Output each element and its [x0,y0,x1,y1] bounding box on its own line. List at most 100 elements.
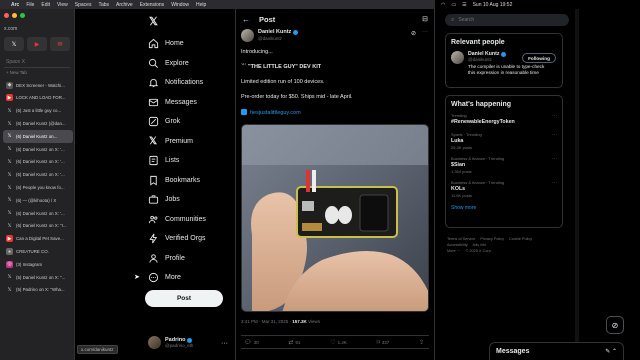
menu-tabs[interactable]: Tabs [98,2,109,8]
sidebar-tab[interactable]: 𝕏 (6) Daniel Kuntz on X: '... [3,168,73,181]
author-name[interactable]: Daniel Kuntz [258,29,291,35]
menu-window[interactable]: Window [171,2,189,8]
minimize-window-button[interactable] [12,13,17,18]
reply-button[interactable]: 💬︎ 30 [244,339,259,346]
share-button[interactable]: ⇪ [419,339,426,346]
close-window-button[interactable] [4,13,9,18]
avatar[interactable] [451,51,464,64]
pinned-x-tab[interactable]: 𝕏 [4,37,24,51]
author-handle[interactable]: @danikuntz [258,36,298,41]
post-author[interactable]: Daniel Kuntz @danikuntz [241,29,299,42]
menu-spaces[interactable]: Spaces [75,2,92,8]
nav-communities[interactable]: Communities [147,210,237,230]
expand-icon[interactable]: ⌃ [612,349,617,355]
repost-button[interactable]: ⇄ 91 [288,339,300,346]
sidebar-tab[interactable]: 𝕏 (6) Daniel Kuntz (@dan... [3,117,73,130]
menubar-datetime[interactable]: Sun 10 Aug 19:52 [473,2,513,8]
wifi-icon[interactable]: ◠ [441,2,445,8]
sidebar-tab[interactable]: ▶ Can a Digital Pet Save... [3,232,73,245]
sidebar-tab[interactable]: 𝕏 (6) People you know fo... [3,181,73,194]
x-icon: 𝕏 [7,146,12,153]
sidebar-tab[interactable]: 𝕏 (6) Daniel Kuntz on X: '... [3,143,73,156]
menu-extensions[interactable]: Extensions [140,2,164,8]
nav-grok[interactable]: Grok [147,112,237,132]
footer-link[interactable]: Cookie Policy [509,237,532,241]
more-icon[interactable]: ··· [552,156,557,162]
nav-home[interactable]: Home [147,34,237,54]
trend-item[interactable]: Business & finance · Trending KOLs 11.6K… [446,177,562,201]
scrollbar[interactable] [575,9,579,360]
footer-link[interactable]: More ··· [447,249,461,253]
more-icon[interactable]: ··· [552,132,557,138]
nav-bookmarks[interactable]: Bookmarks [147,171,237,191]
messages-drawer[interactable]: Messages ✎ ⌃ [489,342,624,360]
nav-lists[interactable]: Lists [147,151,237,171]
nav-premium[interactable]: 𝕏 Premium [147,132,237,152]
more-icon[interactable]: ··· [422,29,428,35]
sidebar-tab[interactable]: 𝕏 (6) Daniel Kuntz on X: "I... [3,220,73,233]
nav-notifications[interactable]: Notifications [147,73,237,93]
post-timestamp[interactable]: 3:41 PM · Mar 31, 2025 · [241,319,291,324]
menu-help[interactable]: Help [196,2,206,8]
menu-view[interactable]: View [57,2,68,8]
menu-edit[interactable]: Edit [41,2,50,8]
menu-archive[interactable]: Archive [116,2,133,8]
reader-icon[interactable]: ⊟ [422,15,428,23]
account-switcher[interactable]: Padrino @padrino_eth [148,336,193,349]
control-center-icon[interactable]: ☰ [462,2,466,8]
new-tab-button[interactable]: + New Tab [3,66,73,79]
nav-messages[interactable]: Messages [147,93,237,113]
sidebar-tab[interactable]: ● CREATURE CO. [3,245,73,258]
menu-file[interactable]: File [26,2,34,8]
pinned-gmail-tab[interactable]: ✉ [50,37,70,51]
nav-explore[interactable]: Explore [147,54,237,74]
footer-link[interactable]: Terms of Service [447,237,475,241]
sidebar-tab-active[interactable]: 𝕏 (6) Daniel Kuntz on... [3,129,73,143]
maximize-window-button[interactable] [20,13,25,18]
menu-app-name[interactable]: Arc [11,2,19,8]
sidebar-tab[interactable]: ▶ LOCK AND LOAD FOR... [3,92,73,105]
nav-more[interactable]: More [147,268,237,288]
battery-icon[interactable]: ▭ [451,2,456,8]
sidebar-url[interactable]: x.com [4,26,17,32]
search-icon [147,57,159,69]
sidebar-tab[interactable]: ◆ DEX Screener - Watchi... [3,79,73,92]
x-icon: 𝕏 [7,286,12,293]
nav-profile[interactable]: Profile [147,249,237,269]
footer-link[interactable]: Accessibility [447,243,468,247]
trend-item[interactable]: Sports · Trending Luka 25.3K posts ··· [446,129,562,153]
grok-floating-button[interactable]: ⊘ [606,316,624,334]
avatar[interactable] [241,29,254,42]
sidebar-tab[interactable]: ◎ (3) Instagram [3,258,73,271]
nav-verified-orgs[interactable]: Verified Orgs [147,229,237,249]
sidebar-tab[interactable]: 𝕏 (5) Padrino on X: "Wha... [3,284,73,297]
sidebar-tab[interactable]: 𝕏 (6) Daniel Kuntz on X: '... [3,156,73,169]
more-icon[interactable]: ··· [552,113,557,119]
tab-title: DEX Screener - Watchi... [16,82,65,88]
trend-item[interactable]: Trending #RenewableEnergyToken ··· [446,110,562,129]
nav-jobs[interactable]: Jobs [147,190,237,210]
search-input[interactable]: ⌕ Search [445,14,569,26]
x-logo-icon[interactable]: 𝕏 [149,15,158,28]
bookmark-button[interactable]: ⌑ 337 [377,339,390,346]
sidebar-tab[interactable]: 𝕏 (6) Daniel Kuntz on X: '... [3,207,73,220]
footer-link[interactable]: Privacy Policy [480,237,504,241]
sidebar-tab[interactable]: 𝕏 (5) Daniel Kuntz on X: "... [3,271,73,284]
footer-link[interactable]: Ads info [473,243,487,247]
pinned-youtube-tab[interactable]: ▶ [27,37,47,51]
back-arrow-icon[interactable]: ← [242,15,250,24]
post-button[interactable]: Post [145,290,223,307]
trend-item[interactable]: Business & finance · Trending $Sian 1,39… [446,153,562,177]
grok-icon[interactable]: ⊘ [411,30,416,37]
sidebar-tab[interactable]: 𝕏 (6) Just a little guy co... [3,104,73,117]
following-button[interactable]: Following [522,53,556,63]
more-icon[interactable]: ··· [221,340,228,347]
show-more-link[interactable]: Show more [446,201,562,217]
sidebar-tab[interactable]: 𝕏 (6) — (@kihoota) / X [3,194,73,207]
more-icon[interactable]: ··· [552,180,557,186]
like-button[interactable]: ♡ 1.2K [330,339,347,346]
post-link[interactable]: hesjustalittleguy.com [250,110,301,116]
compose-message-icon[interactable]: ✎ [605,349,610,355]
x-icon: 𝕏 [7,120,12,127]
post-image[interactable] [241,124,429,312]
